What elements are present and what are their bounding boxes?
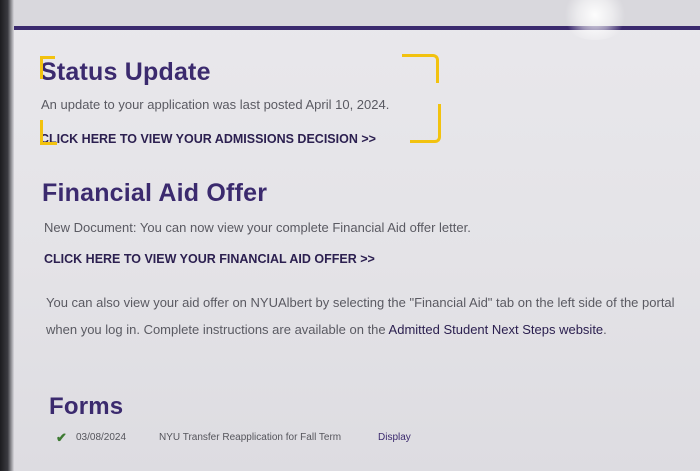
financial-aid-offer-link[interactable]: CLICK HERE TO VIEW YOUR FINANCIAL AID OF… [44, 252, 375, 266]
financial-aid-heading: Financial Aid Offer [42, 179, 268, 207]
form-display-link[interactable]: Display [378, 432, 411, 443]
financial-aid-new-document: New Document: You can now view your comp… [44, 220, 471, 235]
highlight-bracket-bottom-left [40, 120, 57, 145]
status-update-message: An update to your application was last p… [41, 97, 390, 112]
admissions-decision-link[interactable]: CLICK HERE TO VIEW YOUR ADMISSIONS DECIS… [40, 132, 376, 146]
checkmark-icon: ✔ [56, 430, 67, 445]
form-name: NYU Transfer Reapplication for Fall Term [159, 432, 342, 443]
highlight-bracket-top-right [402, 54, 439, 83]
financial-aid-info-end: . [603, 322, 607, 337]
forms-heading: Forms [49, 393, 124, 420]
admitted-student-next-steps-link[interactable]: Admitted Student Next Steps website [389, 322, 604, 337]
highlight-bracket-bottom-right [410, 104, 441, 143]
portal-content: Status Update An update to your applicat… [0, 0, 700, 471]
status-update-heading: Status Update [40, 58, 211, 86]
highlight-bracket-top-left [40, 56, 55, 79]
form-date: 03/08/2024 [76, 432, 127, 443]
financial-aid-info-paragraph: You can also view your aid offer on NYUA… [46, 289, 700, 343]
